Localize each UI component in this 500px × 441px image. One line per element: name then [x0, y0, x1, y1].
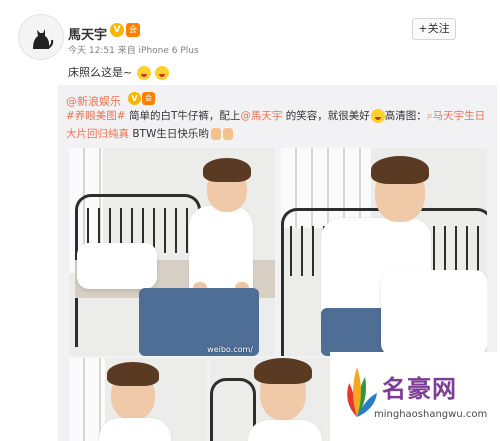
repost-verified-badge-icon: V — [128, 92, 141, 105]
photo-2[interactable] — [281, 148, 487, 356]
post-time[interactable]: 今天 12:51 — [68, 46, 115, 56]
post-source[interactable]: 来自 iPhone 6 Plus — [118, 46, 199, 56]
pillow — [381, 270, 487, 356]
hair — [371, 156, 429, 184]
follow-label: +关注 — [418, 22, 450, 35]
mention-link[interactable]: @馬天宇 — [240, 110, 282, 122]
window-blinds — [69, 358, 105, 441]
repost-text-part2: 的笑容，就很美好 — [282, 110, 370, 122]
clapping-hands-emoji-icon — [210, 128, 221, 140]
weibo-post: 馬天宇 V 会 +关注 今天 12:51 来自 iPhone 6 Plus 床照… — [0, 0, 500, 441]
pillow — [77, 243, 157, 289]
post-text: 床照么这是~ — [68, 64, 170, 80]
post-text-content: 床照么这是~ — [68, 66, 133, 79]
white-shirt — [99, 418, 171, 441]
photo-3[interactable] — [69, 358, 207, 441]
cat-silhouette-icon — [19, 15, 63, 59]
post-meta: 今天 12:51 来自 iPhone 6 Plus — [68, 43, 199, 56]
repost-text-part4: BTW生日快乐哟 — [129, 128, 209, 140]
leaf-logo-icon — [347, 367, 377, 417]
member-icon[interactable]: 会 — [126, 23, 140, 37]
site-logo-name[interactable]: 名豪网 — [382, 369, 457, 404]
site-logo-url[interactable]: minghaoshangwu.com — [374, 409, 487, 420]
blushing-emoji-icon — [370, 109, 385, 123]
repost-text: #养眼美图# 简单的白T牛仔裤，配上@馬天宇 的笑容，就很美好 高清图：⌕马天宇生… — [66, 107, 486, 143]
follow-button[interactable]: +关注 — [412, 18, 456, 40]
repost-member-icon[interactable]: 会 — [142, 92, 155, 105]
photo-4[interactable] — [210, 358, 348, 441]
photo-1[interactable]: weibo.com/ — [69, 148, 275, 356]
avatar[interactable] — [18, 14, 64, 60]
hashtag-link[interactable]: #养眼美图# — [66, 110, 126, 122]
weibo-watermark: weibo.com/ — [207, 345, 253, 354]
clapping-hands-emoji-icon — [222, 128, 233, 140]
hair — [107, 362, 159, 386]
blushing-emoji-icon — [155, 66, 170, 80]
hair — [254, 358, 312, 384]
repost-text-part3: 高清图： — [384, 110, 427, 122]
repost-text-part1: 简单的白T牛仔裤，配上 — [125, 110, 241, 122]
hair — [203, 158, 251, 182]
verified-badge-icon: V — [110, 23, 124, 37]
username[interactable]: 馬天宇 — [68, 24, 107, 43]
white-shirt — [248, 420, 322, 441]
laughing-emoji-icon — [136, 66, 151, 80]
